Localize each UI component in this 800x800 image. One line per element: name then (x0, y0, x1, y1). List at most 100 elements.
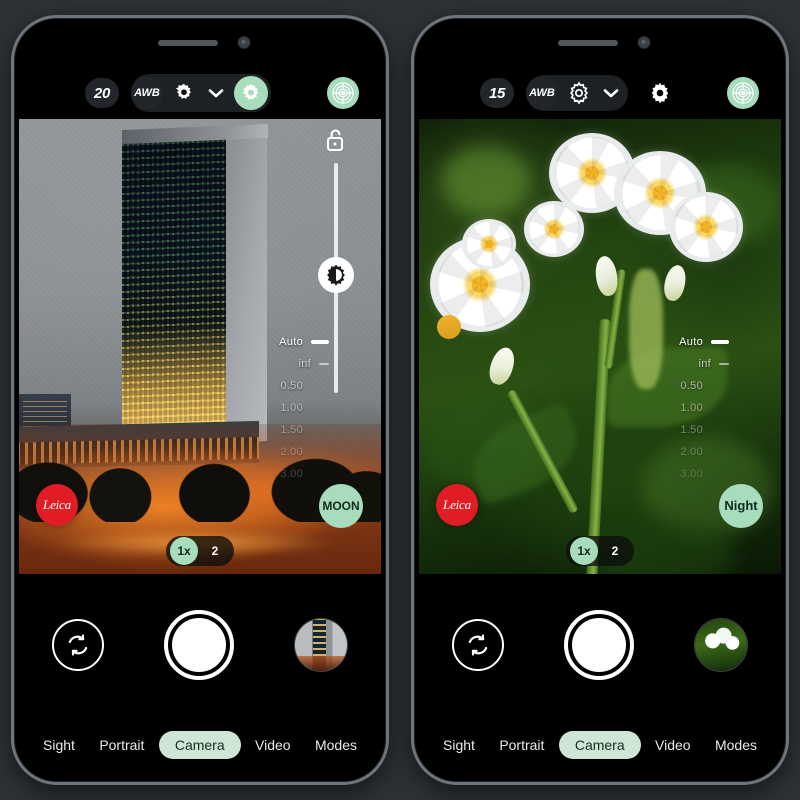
focus-step-auto[interactable]: Auto (637, 331, 729, 353)
viewfinder-left[interactable]: Auto inf 0.50 1.00 1.50 2.00 3.00 Leica … (19, 119, 381, 574)
comparison-screenshot-canvas: 20 AWB Auto inf 0.50 1.00 1.50 2.00 3.00… (0, 0, 800, 800)
status-badge-moon[interactable]: MOON (319, 484, 363, 528)
settings-gear-icon[interactable] (644, 77, 676, 109)
focus-step-tick (711, 385, 729, 388)
viewfinder-right[interactable]: Auto inf 0.50 1.00 1.50 2.00 3.00 Leica … (419, 119, 781, 574)
focus-step-tick (319, 363, 329, 365)
focus-step-tick (311, 473, 329, 476)
focus-step-050[interactable]: 0.50 (237, 375, 329, 397)
focus-step-label: inf (698, 358, 711, 370)
zoom-level-selector[interactable]: 1x 2 (566, 536, 634, 566)
focus-step-200[interactable]: 2.00 (637, 441, 729, 463)
phone-right-notch (419, 23, 781, 67)
phone-right-screen: 15 AWB Auto inf 0.50 1.00 1.50 2.00 3.00… (419, 23, 781, 777)
chevron-down-icon[interactable] (597, 77, 625, 109)
focus-step-tick (311, 340, 329, 344)
zoom-option-2x[interactable]: 2 (600, 538, 630, 564)
camera-switch-icon[interactable] (52, 618, 104, 671)
chevron-down-icon[interactable] (202, 77, 230, 109)
status-badge-night[interactable]: Night (719, 484, 763, 528)
front-camera-lens (638, 37, 650, 48)
focus-distance-scale[interactable]: Auto inf 0.50 1.00 1.50 2.00 3.00 (637, 331, 729, 485)
capture-controls-left (19, 574, 381, 723)
focus-step-tick (311, 385, 329, 388)
focus-step-label: 3.00 (280, 468, 303, 480)
focus-step-050[interactable]: 0.50 (637, 375, 729, 397)
tab-portrait[interactable]: Portrait (489, 731, 554, 759)
focus-step-tick (711, 429, 729, 432)
aperture-capture-icon[interactable] (727, 77, 759, 109)
shutter-button[interactable] (164, 609, 234, 680)
mode-tab-bar-left: Sight Portrait Camera Video Modes (19, 723, 381, 777)
earpiece-speaker-grille (158, 40, 218, 46)
phone-left-topbar: 20 AWB (19, 67, 381, 119)
shots-counter-badge[interactable]: 20 (85, 78, 119, 108)
capture-controls-right (419, 574, 781, 723)
focus-step-label: inf (298, 358, 311, 370)
aperture-icon[interactable] (234, 76, 268, 110)
tab-video[interactable]: Video (245, 731, 301, 759)
white-balance-button[interactable]: AWB (131, 77, 163, 109)
shutter-button[interactable] (564, 609, 634, 680)
brightness-icon[interactable] (318, 257, 354, 293)
focus-step-label: Auto (279, 336, 303, 348)
zoom-option-1x[interactable]: 1x (570, 537, 598, 565)
focus-step-100[interactable]: 1.00 (237, 397, 329, 419)
exposure-slider[interactable] (318, 163, 354, 393)
tab-modes[interactable]: Modes (305, 731, 367, 759)
tab-sight[interactable]: Sight (433, 731, 485, 759)
phone-right: 15 AWB Auto inf 0.50 1.00 1.50 2.00 3.00… (411, 15, 789, 785)
capture-settings-cluster: AWB (131, 74, 271, 112)
leica-watermark-badge[interactable]: Leica (36, 484, 78, 526)
tab-camera[interactable]: Camera (558, 731, 641, 759)
zoom-option-1x[interactable]: 1x (170, 537, 198, 565)
focus-step-tick (711, 407, 729, 410)
focus-step-150[interactable]: 1.50 (237, 419, 329, 441)
focus-step-label: 1.50 (680, 424, 703, 436)
focus-step-200[interactable]: 2.00 (237, 441, 329, 463)
tab-video[interactable]: Video (645, 731, 701, 759)
focus-step-tick (311, 407, 329, 410)
last-photo-thumbnail[interactable] (694, 617, 748, 672)
tab-portrait[interactable]: Portrait (89, 731, 154, 759)
shutter-button-core (572, 617, 626, 672)
focus-step-auto[interactable]: Auto (237, 331, 329, 353)
focus-step-inf[interactable]: inf (237, 353, 329, 375)
focus-step-label: 1.50 (280, 424, 303, 436)
white-balance-button[interactable]: AWB (526, 77, 558, 109)
focus-step-label: 2.00 (680, 446, 703, 458)
flower-bud (661, 262, 689, 303)
focus-step-tick (711, 451, 729, 454)
focus-step-label: Auto (679, 336, 703, 348)
focus-step-inf[interactable]: inf (637, 353, 729, 375)
tab-camera[interactable]: Camera (158, 731, 241, 759)
focus-step-300[interactable]: 3.00 (237, 463, 329, 485)
focus-step-label: 1.00 (280, 402, 303, 414)
phone-right-topbar: 15 AWB (419, 67, 781, 119)
leica-watermark-badge[interactable]: Leica (436, 484, 478, 526)
focus-step-label: 0.50 (680, 380, 703, 392)
tab-sight[interactable]: Sight (33, 731, 85, 759)
zoom-level-selector[interactable]: 1x 2 (166, 536, 234, 566)
tab-modes[interactable]: Modes (705, 731, 767, 759)
phone-left-screen: 20 AWB Auto inf 0.50 1.00 1.50 2.00 3.00… (19, 23, 381, 777)
unlocked-padlock-icon[interactable] (323, 127, 347, 153)
focus-distance-scale[interactable]: Auto inf 0.50 1.00 1.50 2.00 3.00 (237, 331, 329, 485)
focus-step-tick (711, 340, 729, 344)
focus-step-label: 3.00 (680, 468, 703, 480)
shots-counter-badge[interactable]: 15 (480, 78, 514, 108)
focus-step-150[interactable]: 1.50 (637, 419, 729, 441)
focus-step-300[interactable]: 3.00 (637, 463, 729, 485)
focus-step-tick (311, 429, 329, 432)
camera-switch-icon[interactable] (452, 618, 504, 671)
topbar-center-cluster: 15 AWB (480, 75, 676, 111)
zoom-option-2x[interactable]: 2 (200, 538, 230, 564)
gear-icon[interactable] (168, 77, 200, 109)
thumbnail-image-city (295, 618, 347, 671)
capture-settings-cluster: AWB (526, 75, 628, 111)
gear-icon[interactable] (563, 77, 595, 109)
last-photo-thumbnail[interactable] (294, 617, 348, 672)
aperture-capture-icon[interactable] (327, 77, 359, 109)
earpiece-speaker-grille (558, 40, 618, 46)
focus-step-100[interactable]: 1.00 (637, 397, 729, 419)
